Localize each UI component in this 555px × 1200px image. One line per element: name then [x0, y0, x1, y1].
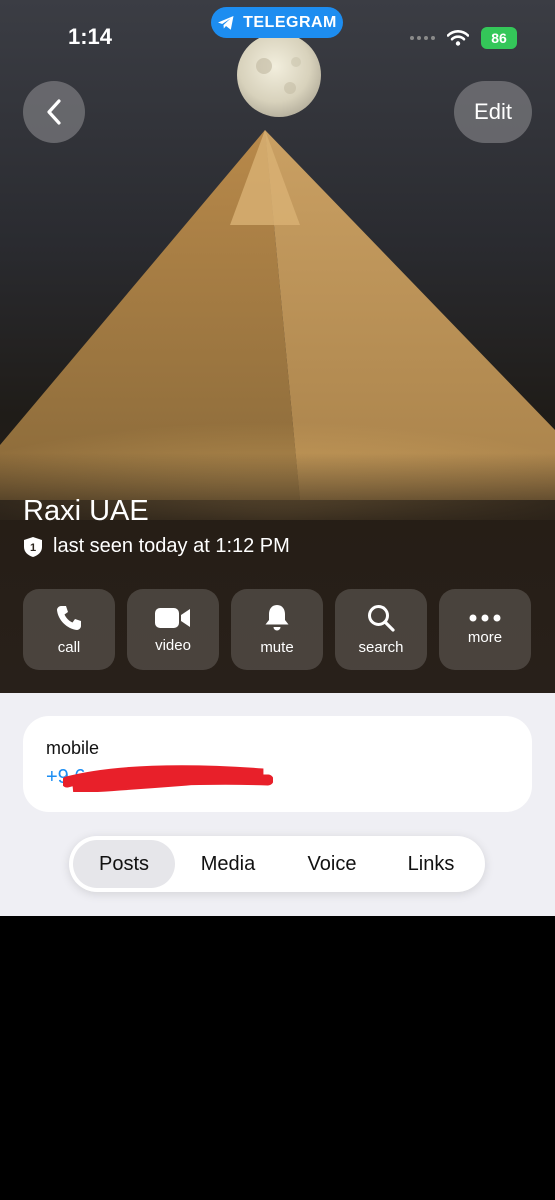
red-scribble-redaction — [63, 765, 273, 792]
tab-posts[interactable]: Posts — [73, 840, 175, 888]
status-time: 1:14 — [68, 24, 113, 49]
chevron-left-icon — [47, 99, 61, 125]
mute-button[interactable]: mute — [231, 589, 323, 670]
battery-level: 86 — [491, 30, 507, 46]
tab-links[interactable]: Links — [383, 840, 479, 888]
more-button[interactable]: more — [439, 589, 531, 670]
profile-header-photo: 1:14 TELEGRAM 86 Edit Raxi UAE 1 last se… — [0, 0, 555, 693]
bell-icon — [265, 605, 289, 631]
profile-info-section: mobile +9 6 Posts Media Voice Links — [0, 693, 555, 916]
action-buttons: call video mute search more — [23, 589, 531, 670]
battery-indicator: 86 — [481, 27, 517, 49]
tab-media[interactable]: Media — [175, 840, 281, 888]
mobile-caption: mobile — [46, 738, 100, 758]
media-tabs: Posts Media Voice Links — [69, 836, 485, 892]
tab-voice[interactable]: Voice — [281, 840, 383, 888]
shield-badge-icon: 1 — [24, 536, 42, 557]
status-indicators: 86 — [410, 27, 517, 49]
mute-label: mute — [260, 639, 294, 656]
telegram-pill-label: TELEGRAM — [243, 13, 337, 31]
telegram-plane-icon — [218, 15, 234, 30]
more-dots-icon — [469, 614, 501, 622]
last-seen-text: last seen today at 1:12 PM — [53, 535, 290, 557]
shield-badge-number: 1 — [30, 542, 36, 554]
call-label: call — [57, 639, 81, 656]
search-label: search — [358, 639, 404, 656]
last-seen-row: 1 last seen today at 1:12 PM — [23, 535, 290, 558]
phone-icon — [57, 606, 81, 630]
profile-name: Raxi UAE — [23, 495, 149, 527]
edit-button[interactable]: Edit — [454, 81, 532, 143]
wifi-icon — [447, 30, 469, 46]
contact-info-card: mobile +9 6 — [23, 716, 532, 812]
cellular-signal-icon — [410, 36, 435, 40]
search-icon — [368, 605, 395, 632]
more-label: more — [467, 629, 503, 646]
video-label: video — [155, 637, 191, 654]
call-button[interactable]: call — [23, 589, 115, 670]
video-camera-icon — [155, 608, 190, 628]
video-button[interactable]: video — [127, 589, 219, 670]
back-button[interactable] — [23, 81, 85, 143]
telegram-app-pill[interactable]: TELEGRAM — [211, 7, 343, 38]
search-button[interactable]: search — [335, 589, 427, 670]
